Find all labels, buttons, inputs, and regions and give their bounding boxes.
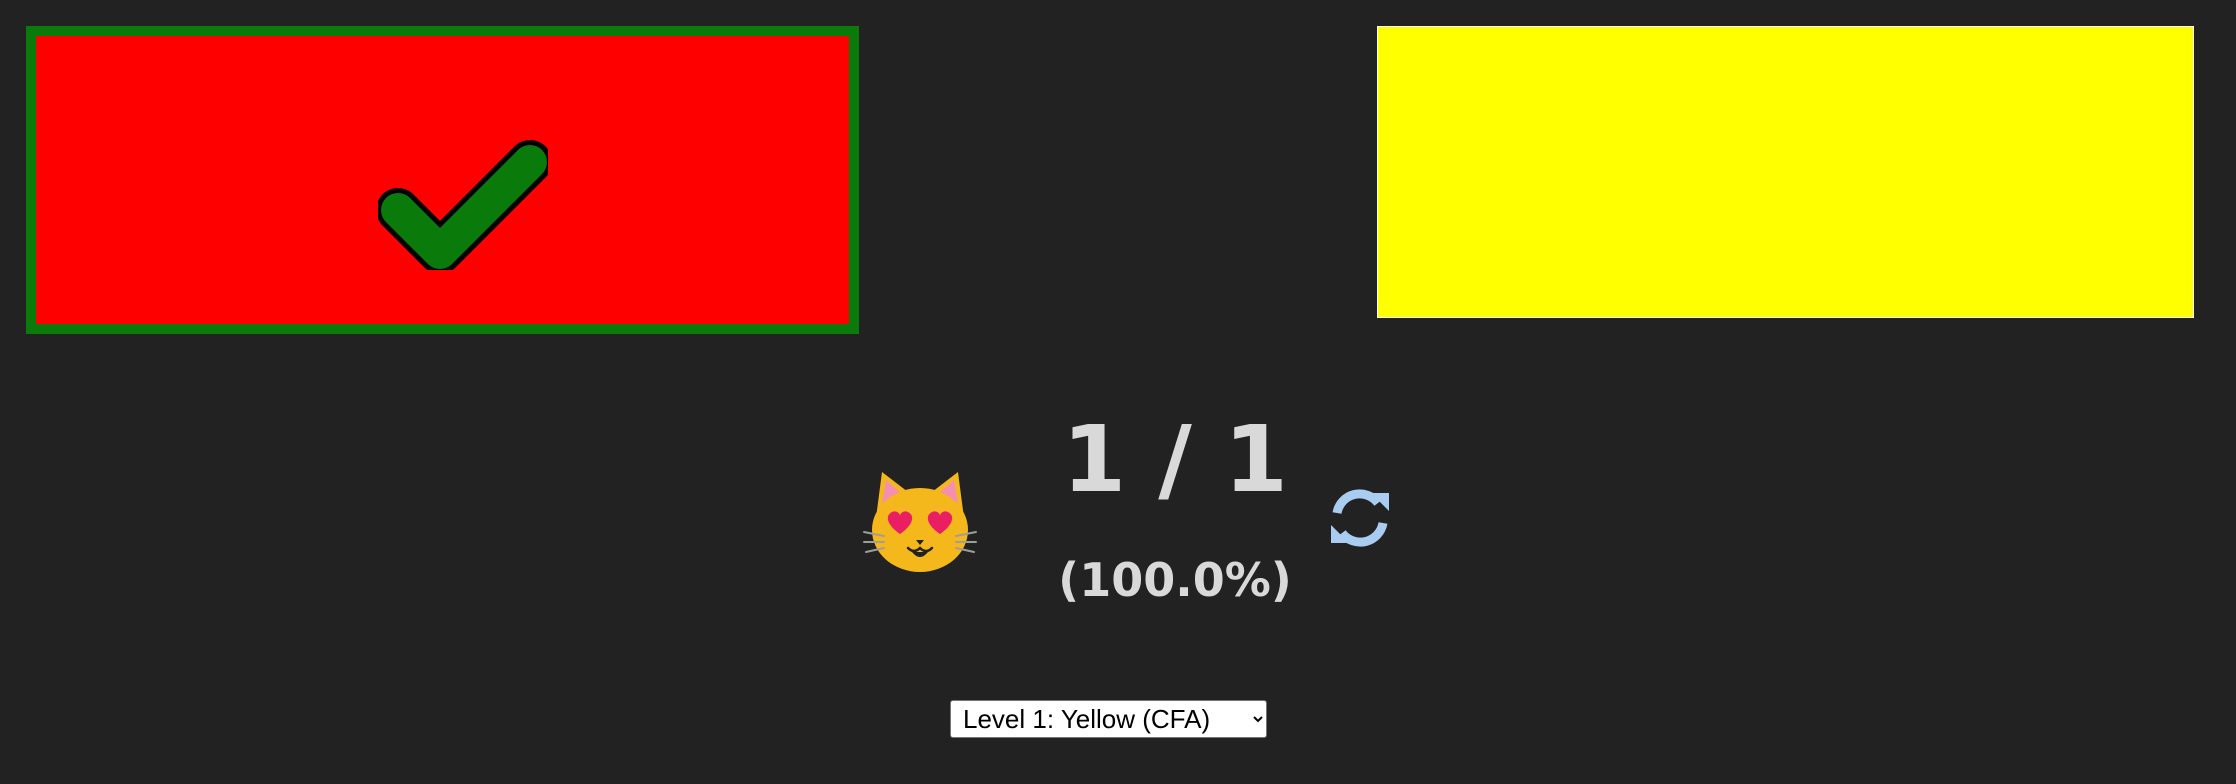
- left-color-swatch[interactable]: [26, 26, 859, 334]
- level-select[interactable]: Level 1: Yellow (CFA): [950, 700, 1267, 738]
- refresh-icon[interactable]: [1327, 485, 1393, 551]
- right-color-swatch[interactable]: [1377, 26, 2194, 318]
- score-counter: 1 / 1: [1062, 406, 1288, 513]
- score-percentage: (100.0%): [1058, 553, 1292, 607]
- game-stage: 1 / 1 (100.0%) Level 1: Yellow (CFA): [0, 0, 2236, 784]
- checkmark-icon: [378, 120, 548, 270]
- smiling-cat-heart-eyes-icon: [862, 466, 978, 576]
